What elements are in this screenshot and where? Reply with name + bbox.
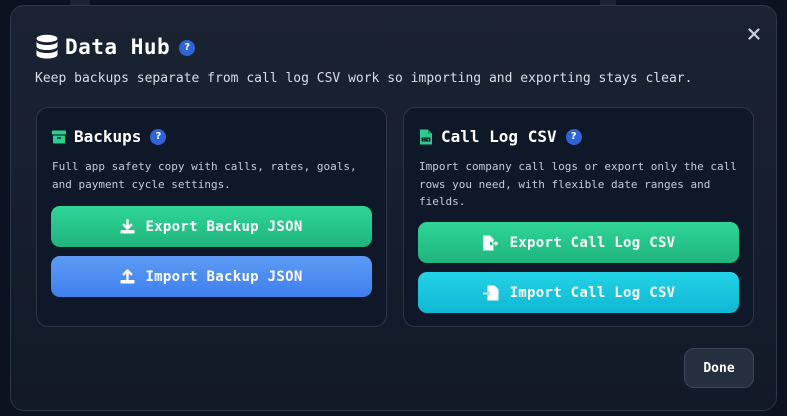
download-icon [120,219,135,234]
call-log-card-header: Call Log CSV ? [419,127,582,146]
backups-card: Backups ? Full app safety copy with call… [36,107,387,327]
call-log-csv-title: Call Log CSV [441,127,557,146]
help-icon[interactable]: ? [565,128,582,145]
export-call-log-csv-label: Export Call Log CSV [509,234,676,251]
help-icon[interactable]: ? [179,39,196,56]
call-log-csv-description: Import company call logs or export only … [419,160,737,208]
upload-icon [120,269,135,284]
export-backup-json-button[interactable]: Export Backup JSON [51,206,372,247]
call-log-csv-card: Call Log CSV ? Import company call logs … [403,107,754,327]
export-call-log-csv-button[interactable]: Export Call Log CSV [418,222,739,263]
database-icon [36,34,58,59]
export-backup-json-label: Export Backup JSON [145,218,303,235]
help-icon[interactable]: ? [150,128,167,145]
backups-description: Full app safety copy with calls, rates, … [52,160,357,191]
file-export-icon [482,235,499,250]
dialog-header: Data Hub ? [35,34,196,60]
import-call-log-csv-button[interactable]: Import Call Log CSV [418,272,739,313]
close-icon [748,28,760,40]
import-backup-json-button[interactable]: Import Backup JSON [51,256,372,297]
csv-file-icon [420,129,432,144]
import-call-log-csv-label: Import Call Log CSV [509,284,676,301]
backups-card-header: Backups ? [52,127,167,146]
backups-title: Backups [74,127,142,146]
archive-box-icon [52,130,66,143]
data-hub-dialog: Data Hub ? Keep backups separate from ca… [10,5,777,411]
file-import-icon [482,285,499,300]
done-button[interactable]: Done [684,348,754,388]
dialog-subtitle: Keep backups separate from call log CSV … [35,71,693,86]
dialog-title: Data Hub [65,35,171,59]
close-button[interactable] [746,26,762,42]
import-backup-json-label: Import Backup JSON [145,268,303,285]
